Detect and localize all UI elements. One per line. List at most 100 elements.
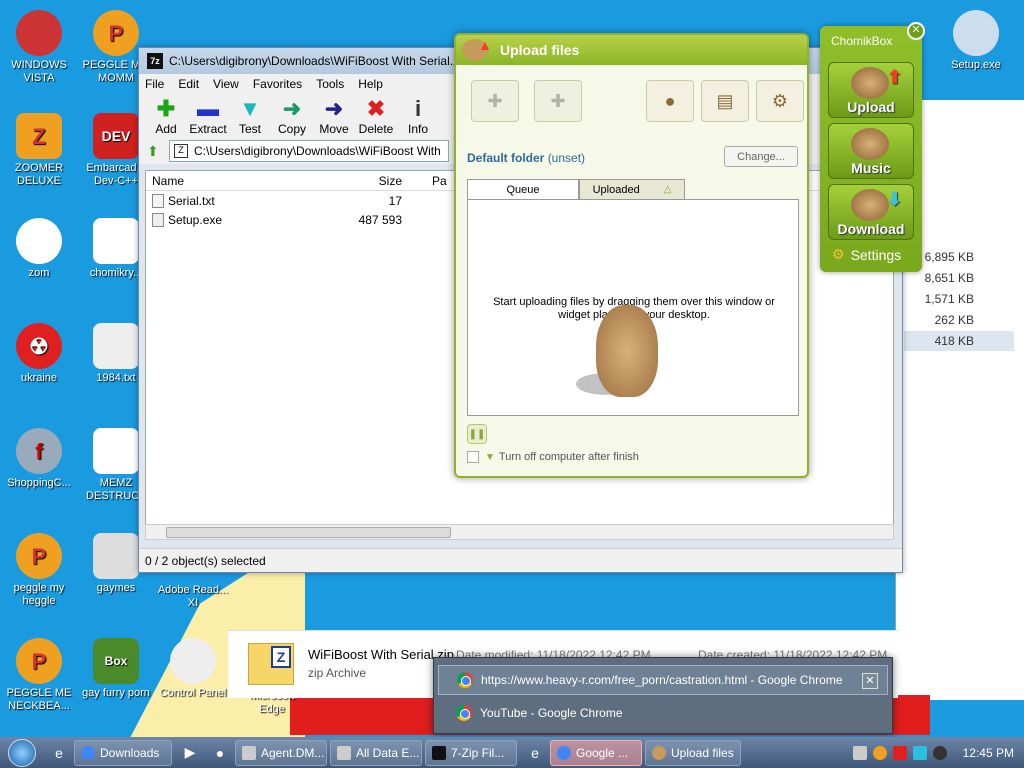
desktop-icon-label: ukraine	[20, 372, 58, 384]
tab-uploaded[interactable]: Uploaded △	[579, 179, 685, 199]
media-player-icon[interactable]: ▶	[178, 741, 202, 765]
column-packed[interactable]: Pa	[402, 174, 447, 188]
triangle-up-icon: △	[663, 184, 672, 195]
triangle-down-icon: ▼	[485, 451, 495, 463]
desktop-icon-control-panel[interactable]: Control Panel	[157, 638, 229, 700]
chrome-window-item[interactable]: YouTube - Google Chrome	[438, 698, 888, 728]
delete-x-icon: ✖	[366, 96, 386, 121]
desktop-icon-gay-furry[interactable]: Box gay furry porn	[80, 638, 152, 700]
sevenzip-icon	[432, 745, 446, 760]
column-size[interactable]: Size	[346, 174, 402, 188]
desktop-icon-label: ZOOMER DELUXE	[14, 162, 64, 187]
taskbar-item-agent[interactable]: Agent.DM...	[235, 739, 327, 766]
add-folder-button[interactable]: ✚	[534, 80, 582, 122]
settings-link[interactable]: ⚙ Settings	[832, 246, 901, 263]
desktop-icon-ukraine[interactable]: ☢ ukraine	[3, 323, 75, 385]
hamster-icon	[851, 189, 889, 221]
file-name-cell: Serial.txt	[146, 193, 346, 208]
clipboard-icon: ▤	[716, 90, 734, 111]
test-button[interactable]: ▼ Test	[229, 96, 271, 137]
upload-files-dialog[interactable]: ▲ Upload files ✚ ✚ ● ▤ ⚙ Default folder …	[454, 33, 809, 478]
desktop-icon-label: Adobe Read... XI	[157, 584, 229, 609]
desktop-icon-zoomer[interactable]: Z ZOOMER DELUXE	[3, 113, 75, 188]
desktop-icon-shopping[interactable]: f ShoppingC...	[3, 428, 75, 490]
upload-button[interactable]: ⬆ Upload	[828, 62, 914, 118]
ie-icon[interactable]: e	[47, 741, 71, 765]
desktop-icon-peggle-heggle[interactable]: P peggle my heggle	[3, 533, 75, 608]
taskbar-item-7zip[interactable]: 7-Zip Fil...	[425, 739, 517, 766]
desktop-icon-setup[interactable]: Setup.exe	[940, 10, 1012, 72]
music-button[interactable]: Music	[828, 123, 914, 179]
clipboard-button[interactable]: ▤	[701, 80, 749, 122]
taskbar: e Downloads ▶ ● Agent.DM... All Data E..…	[0, 737, 1024, 768]
app-icon[interactable]: ●	[208, 741, 232, 765]
radiation-icon: ☢	[16, 323, 62, 369]
edge-icon[interactable]: e	[523, 741, 547, 765]
upload-titlebar[interactable]: ▲ Upload files	[456, 35, 807, 65]
desktop-icon-label: gay furry porn	[82, 687, 150, 699]
menu-favorites[interactable]: Favorites	[253, 77, 302, 91]
extract-label: Extract	[189, 122, 227, 136]
close-icon[interactable]: ✕	[862, 673, 878, 689]
horizontal-scrollbar[interactable]	[145, 524, 894, 540]
desktop-icon-zom[interactable]: zom	[3, 218, 75, 280]
desktop-icon-windows-vista[interactable]: WINDOWS VISTA	[3, 10, 75, 85]
menu-file[interactable]: File	[145, 77, 164, 91]
up-folder-icon[interactable]: ⬆	[147, 143, 169, 160]
delete-button[interactable]: ✖ Delete	[355, 96, 397, 137]
turn-off-checkbox[interactable]	[467, 451, 479, 463]
menu-help[interactable]: Help	[358, 77, 383, 91]
desktop-icon-label: peggle my heggle	[13, 582, 65, 607]
queue-panel[interactable]: Start uploading files by dragging them o…	[467, 199, 799, 416]
copy-button[interactable]: ➜ Copy	[271, 96, 313, 137]
add-files-button[interactable]: ✚	[471, 80, 519, 122]
file-name: Serial.txt	[168, 193, 215, 208]
volume-icon[interactable]	[932, 745, 947, 760]
turn-off-option[interactable]: ▼ Turn off computer after finish	[467, 451, 639, 463]
hamster-button[interactable]: ●	[646, 80, 694, 122]
address-input[interactable]: Z C:\Users\digibrony\Downloads\WiFiBoost…	[169, 140, 449, 162]
scrollbar-thumb[interactable]	[166, 527, 451, 538]
menu-tools[interactable]: Tools	[316, 77, 344, 91]
taskbar-item-chrome[interactable]: Google ...	[550, 739, 642, 766]
menu-edit[interactable]: Edit	[178, 77, 199, 91]
pause-button[interactable]: ❚❚	[467, 424, 487, 444]
chomikbox-widget[interactable]: ChomikBox ✕ ⬆ Upload Music ⬇ Download ⚙ …	[820, 22, 925, 272]
move-button[interactable]: ➜ Move	[313, 96, 355, 137]
add-folder-icon: ✚	[550, 90, 566, 111]
peggle-icon: P	[16, 533, 62, 579]
chomikbox-title: ChomikBox	[831, 34, 893, 48]
check-icon: ▼	[239, 96, 261, 121]
taskbar-item-upload-files[interactable]: Upload files	[645, 739, 741, 766]
column-name[interactable]: Name	[146, 174, 346, 188]
taskbar-item-all-data[interactable]: All Data E...	[330, 739, 422, 766]
copy-arrow-icon: ➜	[282, 96, 302, 121]
tab-queue[interactable]: Queue	[467, 179, 579, 199]
taskbar-item-label: Upload files	[671, 745, 734, 760]
text-file-icon	[152, 193, 164, 208]
display-icon[interactable]	[912, 745, 927, 760]
download-button[interactable]: ⬇ Download	[828, 184, 914, 240]
taskbar-item-downloads[interactable]: Downloads	[74, 739, 172, 766]
search-icon[interactable]	[872, 745, 887, 760]
change-folder-button[interactable]: Change...	[724, 146, 798, 167]
add-button[interactable]: ✚ Add	[145, 98, 187, 137]
start-button[interactable]	[0, 737, 44, 768]
size-cell: 8,651 KB	[924, 271, 974, 285]
settings-button[interactable]: ⚙	[756, 80, 804, 122]
move-arrow-icon: ➜	[324, 96, 344, 121]
minus-icon: ▬	[197, 96, 219, 121]
extract-button[interactable]: ▬ Extract	[187, 96, 229, 137]
desktop-icon-peggle-neckbeard[interactable]: P PEGGLE ME NECKBEA...	[3, 638, 75, 713]
size-cell: 1,571 KB	[924, 292, 974, 306]
info-button[interactable]: i Info	[397, 98, 439, 137]
flag-icon[interactable]	[892, 745, 907, 760]
taskbar-item-label: Google ...	[576, 745, 629, 760]
close-icon[interactable]: ✕	[907, 22, 925, 40]
chrome-window-item[interactable]: https://www.heavy-r.com/free_porn/castra…	[438, 665, 888, 695]
network-icon[interactable]	[852, 745, 867, 760]
download-label: Download	[837, 221, 905, 237]
menu-view[interactable]: View	[213, 77, 239, 91]
turn-off-label: Turn off computer after finish	[498, 451, 639, 463]
clock[interactable]: 12:45 PM	[963, 746, 1014, 760]
